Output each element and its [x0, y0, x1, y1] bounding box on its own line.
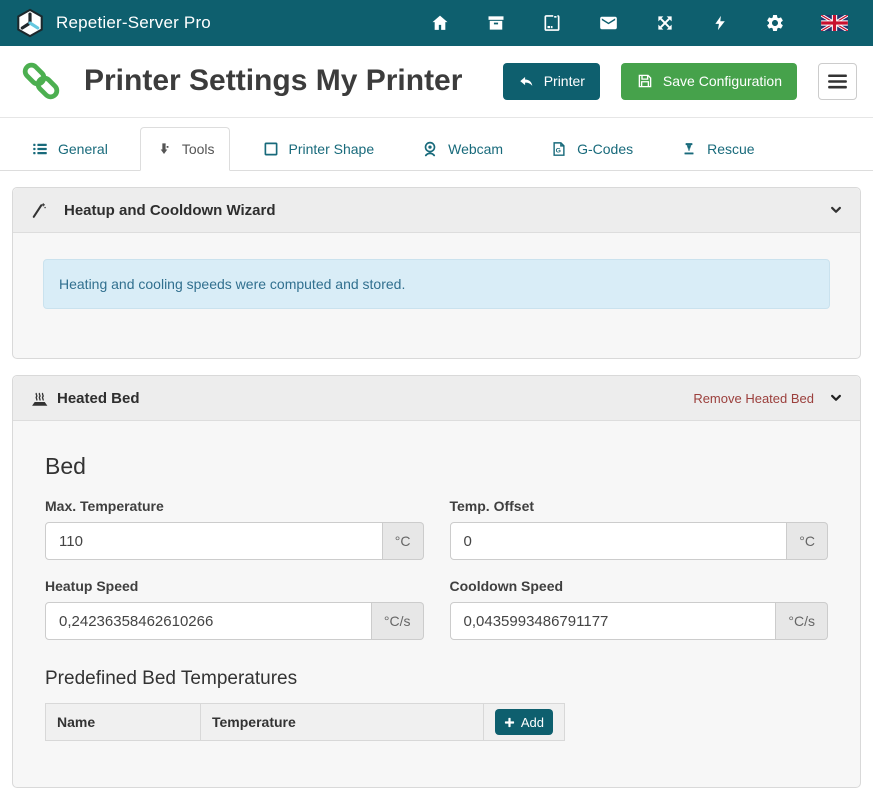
temp-offset-field: Temp. Offset °C: [450, 498, 829, 560]
list-icon: [31, 140, 49, 158]
predefined-bed-temperatures-table: Name Temperature Add: [45, 703, 565, 741]
svg-text:G: G: [556, 148, 561, 155]
wizard-collapse-chevron-down-icon[interactable]: [828, 203, 844, 217]
bolt-icon[interactable]: [711, 13, 729, 33]
gear-icon[interactable]: [765, 13, 785, 33]
magic-wand-icon: [29, 201, 48, 220]
square-outline-icon: [262, 140, 280, 158]
tab-printer-shape[interactable]: Printer Shape: [247, 127, 390, 171]
tab-webcam-label: Webcam: [448, 141, 503, 157]
repetier-logo-icon: [15, 8, 45, 38]
wizard-panel-body: Heating and cooling speeds were computed…: [13, 233, 860, 358]
heatup-speed-unit: °C/s: [372, 602, 424, 640]
book-icon[interactable]: [542, 13, 562, 33]
add-button-label: Add: [521, 715, 544, 730]
predefined-bed-temperatures-heading: Predefined Bed Temperatures: [45, 668, 828, 690]
add-temperature-button[interactable]: Add: [495, 709, 553, 735]
mail-icon[interactable]: [598, 13, 619, 33]
printer-button[interactable]: Printer: [503, 63, 600, 100]
settings-tabs: General Tools Printer Shape Webcam G G-C…: [0, 127, 873, 171]
tab-gcodes[interactable]: G G-Codes: [535, 127, 648, 171]
heatup-speed-input[interactable]: [45, 602, 372, 640]
column-header-action: Add: [483, 704, 564, 741]
tab-tools[interactable]: Tools: [140, 127, 230, 171]
heatup-cooldown-wizard-panel: Heatup and Cooldown Wizard Heating and c…: [12, 187, 861, 359]
temp-offset-input[interactable]: [450, 522, 788, 560]
printer-button-label: Printer: [544, 73, 585, 89]
tab-tools-label: Tools: [182, 141, 215, 157]
heatup-speed-field: Heatup Speed °C/s: [45, 578, 424, 640]
hamburger-icon: [828, 74, 847, 89]
gcode-file-icon: G: [550, 140, 568, 158]
tab-gcodes-label: G-Codes: [577, 141, 633, 157]
tab-webcam[interactable]: Webcam: [406, 127, 518, 171]
expand-arrows-icon[interactable]: [655, 13, 675, 33]
brand[interactable]: Repetier-Server Pro: [15, 8, 211, 38]
temp-offset-unit: °C: [787, 522, 828, 560]
back-arrow-icon: [518, 73, 535, 90]
tab-rescue-label: Rescue: [707, 141, 754, 157]
temp-offset-label: Temp. Offset: [450, 498, 829, 514]
heated-bed-panel: Heated Bed Remove Heated Bed Bed Max. Te…: [12, 375, 861, 788]
heated-bed-icon: [29, 388, 50, 409]
column-header-temperature: Temperature: [201, 704, 484, 741]
remove-heated-bed-link[interactable]: Remove Heated Bed: [693, 391, 814, 406]
extruder-icon: [155, 140, 173, 158]
header-actions: Printer Save Configuration: [503, 63, 857, 100]
heatup-speed-label: Heatup Speed: [45, 578, 424, 594]
webcam-icon: [421, 140, 439, 158]
navbar: Repetier-Server Pro: [0, 0, 873, 46]
table-header-row: Name Temperature Add: [46, 704, 565, 741]
save-floppy-icon: [636, 72, 654, 90]
save-configuration-label: Save Configuration: [663, 73, 782, 89]
cooldown-speed-label: Cooldown Speed: [450, 578, 829, 594]
uk-flag-icon[interactable]: [821, 15, 848, 31]
cooldown-speed-unit: °C/s: [776, 602, 828, 640]
wizard-panel-title: Heatup and Cooldown Wizard: [64, 202, 276, 219]
max-temperature-unit: °C: [383, 522, 424, 560]
bed-section-heading: Bed: [45, 453, 828, 480]
heated-bed-panel-title: Heated Bed: [57, 390, 140, 407]
tab-general[interactable]: General: [16, 127, 123, 171]
max-temperature-input[interactable]: [45, 522, 383, 560]
page-title: Printer Settings My Printer: [84, 64, 462, 98]
archive-icon[interactable]: [486, 13, 506, 33]
tab-printer-shape-label: Printer Shape: [289, 141, 375, 157]
bed-fields: Max. Temperature °C Temp. Offset °C Heat…: [45, 498, 828, 640]
cooldown-speed-input[interactable]: [450, 602, 777, 640]
brand-label: Repetier-Server Pro: [56, 13, 211, 33]
tab-general-label: General: [58, 141, 108, 157]
heated-bed-panel-heading[interactable]: Heated Bed Remove Heated Bed: [13, 376, 860, 421]
menu-button[interactable]: [818, 63, 857, 100]
heated-bed-panel-body: Bed Max. Temperature °C Temp. Offset °C …: [13, 453, 860, 787]
cooldown-speed-field: Cooldown Speed °C/s: [450, 578, 829, 640]
home-icon[interactable]: [430, 13, 450, 33]
heated-bed-collapse-chevron-down-icon[interactable]: [828, 391, 844, 405]
wizard-info-alert: Heating and cooling speeds were computed…: [43, 259, 830, 309]
navbar-menu: [430, 13, 858, 33]
page-header: Printer Settings My Printer Printer Save…: [0, 46, 873, 118]
column-header-name: Name: [46, 704, 201, 741]
wizard-panel-heading[interactable]: Heatup and Cooldown Wizard: [13, 188, 860, 233]
max-temperature-label: Max. Temperature: [45, 498, 424, 514]
max-temperature-field: Max. Temperature °C: [45, 498, 424, 560]
save-configuration-button[interactable]: Save Configuration: [621, 63, 797, 100]
link-chain-icon: [18, 59, 64, 103]
rescue-nozzle-icon: [680, 140, 698, 158]
tab-rescue[interactable]: Rescue: [665, 127, 769, 171]
plus-icon: [504, 717, 515, 728]
